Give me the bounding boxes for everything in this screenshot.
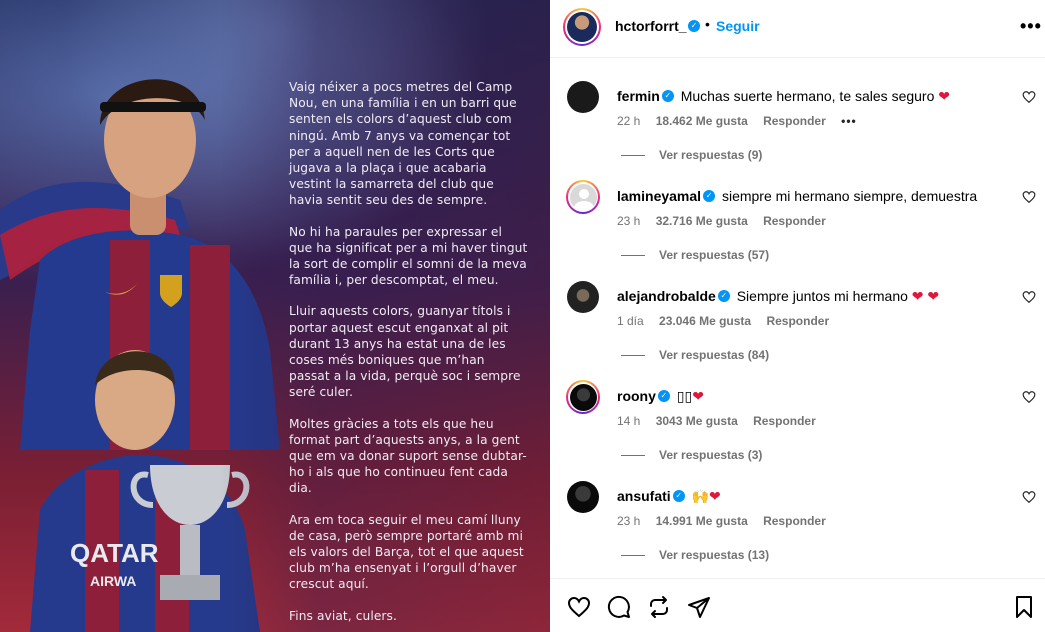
comment-time[interactable]: 23 h — [617, 214, 640, 228]
view-replies-link[interactable]: Ver respuestas (9) — [621, 148, 762, 162]
comment-text: ▯▯ — [676, 388, 693, 404]
repost-icon[interactable] — [647, 595, 671, 619]
separator-dot: • — [705, 16, 710, 32]
heart-icon[interactable] — [1022, 290, 1036, 304]
reply-button[interactable]: Responder — [766, 314, 829, 328]
comment-item: fermin ✓ Muchas suerte hermano, te sales … — [550, 80, 1045, 180]
heart-emoji: ❤ ❤ — [911, 288, 940, 304]
reply-button[interactable]: Responder — [753, 414, 816, 428]
verified-icon: ✓ — [661, 90, 674, 103]
commenter-avatar[interactable] — [566, 380, 600, 414]
comment-meta: 23 h 32.716 Me gusta Responder — [617, 214, 838, 228]
view-replies-label: Ver respuestas (57) — [659, 248, 770, 262]
comment-username[interactable]: fermin — [617, 88, 660, 104]
view-replies-label: Ver respuestas (3) — [659, 448, 763, 462]
comment-likes[interactable]: 14.991 Me gusta — [656, 514, 748, 528]
commenter-avatar[interactable] — [566, 280, 600, 314]
comment-likes[interactable]: 18.462 Me gusta — [656, 114, 748, 128]
comment-username[interactable]: ansufati — [617, 488, 671, 504]
view-replies-label: Ver respuestas (9) — [659, 148, 763, 162]
comment-item: lamineyamal ✓ siempre mi hermano siempre,… — [550, 180, 1045, 280]
commenter-avatar[interactable] — [566, 480, 600, 514]
heart-icon[interactable] — [1022, 90, 1036, 104]
comment-meta: 22 h 18.462 Me gusta Responder ••• — [617, 114, 869, 128]
view-replies-link[interactable]: Ver respuestas (57) — [621, 248, 769, 262]
comment-item: roony ✓ ▯▯❤ 14 h 3043 Me gusta Responder … — [550, 380, 1045, 480]
reply-button[interactable]: Responder — [763, 114, 826, 128]
view-replies-label: Ver respuestas (13) — [659, 548, 770, 562]
commenter-avatar[interactable] — [566, 180, 600, 214]
comments-panel: hctorforrt_ ✓ • Seguir ••• fermin ✓ Mucha… — [550, 0, 1045, 632]
verified-icon: ✓ — [657, 390, 670, 403]
heart-icon[interactable] — [1022, 190, 1036, 204]
comment-icon[interactable] — [607, 595, 631, 619]
view-replies-link[interactable]: Ver respuestas (13) — [621, 548, 769, 562]
shirt-sponsor-text-2: AIRWA — [90, 573, 136, 589]
heart-emoji: ❤ — [692, 388, 704, 404]
caption-paragraph: No hi ha paraules per expressar el que h… — [289, 224, 528, 288]
comment-line: ansufati ✓ 🙌❤ — [617, 488, 721, 505]
view-replies-label: Ver respuestas (84) — [659, 348, 770, 362]
commenter-avatar[interactable] — [566, 80, 600, 114]
caption-paragraph: Vaig néixer a pocs metres del Camp Nou, … — [289, 80, 517, 208]
comment-likes[interactable]: 32.716 Me gusta — [656, 214, 748, 228]
comment-line: alejandrobalde ✓ Siempre juntos mi herman… — [617, 288, 939, 305]
comment-line: roony ✓ ▯▯❤ — [617, 388, 704, 405]
comment-line: lamineyamal ✓ siempre mi hermano siempre,… — [617, 188, 977, 204]
verified-icon: ✓ — [703, 190, 716, 203]
verified-icon: ✓ — [717, 290, 730, 303]
post-header: hctorforrt_ ✓ • Seguir ••• — [550, 0, 1045, 58]
reply-button[interactable]: Responder — [763, 514, 826, 528]
comment-item: ansufati ✓ 🙌❤ 23 h 14.991 Me gusta Respon… — [550, 480, 1045, 580]
author-avatar[interactable] — [563, 8, 601, 46]
comment-meta: 1 día 23.046 Me gusta Responder — [617, 314, 841, 328]
comment-username[interactable]: lamineyamal — [617, 188, 701, 204]
caption-paragraph: Fins aviat, culers. — [289, 608, 397, 623]
view-replies-link[interactable]: Ver respuestas (84) — [621, 348, 769, 362]
caption-paragraph: Ara em toca seguir el meu camí lluny de … — [289, 512, 524, 592]
heart-emoji: ❤ — [709, 488, 721, 504]
view-replies-link[interactable]: Ver respuestas (3) — [621, 448, 762, 462]
comment-text: 🙌 — [691, 488, 710, 504]
comment-more-icon[interactable]: ••• — [841, 114, 857, 128]
shirt-sponsor-text: QATAR — [70, 538, 159, 568]
comment-username[interactable]: alejandrobalde — [617, 288, 716, 304]
share-icon[interactable] — [687, 595, 711, 619]
caption-paragraph: Lluir aquests colors, guanyar títols i p… — [289, 304, 521, 400]
comment-meta: 14 h 3043 Me gusta Responder — [617, 414, 828, 428]
heart-emoji: ❤ — [938, 88, 951, 104]
comment-time[interactable]: 1 día — [617, 314, 644, 328]
comment-line: fermin ✓ Muchas suerte hermano, te sales … — [617, 88, 950, 105]
verified-icon: ✓ — [688, 20, 700, 32]
comment-time[interactable]: 22 h — [617, 114, 640, 128]
heart-icon[interactable] — [1022, 390, 1036, 404]
comment-text: Siempre juntos mi hermano — [736, 288, 908, 304]
comment-item: alejandrobalde ✓ Siempre juntos mi herman… — [550, 280, 1045, 380]
comment-meta: 23 h 14.991 Me gusta Responder — [617, 514, 838, 528]
more-icon[interactable]: ••• — [1020, 16, 1042, 37]
verified-icon: ✓ — [672, 490, 685, 503]
action-bar — [550, 578, 1045, 632]
post-image: QATAR AIRWA Vaig néixer a pocs metres de… — [0, 0, 550, 632]
caption-paragraph: Moltes gràcies a tots els que heu format… — [289, 416, 527, 496]
comment-username[interactable]: roony — [617, 388, 656, 404]
comment-time[interactable]: 14 h — [617, 414, 640, 428]
comment-text: Muchas suerte hermano, te sales seguro — [680, 88, 935, 104]
comment-time[interactable]: 23 h — [617, 514, 640, 528]
heart-icon[interactable] — [1022, 490, 1036, 504]
comment-likes[interactable]: 23.046 Me gusta — [659, 314, 751, 328]
like-heart-icon[interactable] — [567, 595, 591, 619]
reply-button[interactable]: Responder — [763, 214, 826, 228]
post-caption-text: Vaig néixer a pocs metres del Camp Nou, … — [289, 79, 529, 632]
comment-likes[interactable]: 3043 Me gusta — [656, 414, 738, 428]
author-username[interactable]: hctorforrt_ — [615, 18, 687, 34]
follow-button[interactable]: Seguir — [716, 18, 760, 34]
comment-text: siempre mi hermano siempre, demuestra — [721, 188, 978, 204]
bookmark-icon[interactable] — [1012, 595, 1036, 619]
